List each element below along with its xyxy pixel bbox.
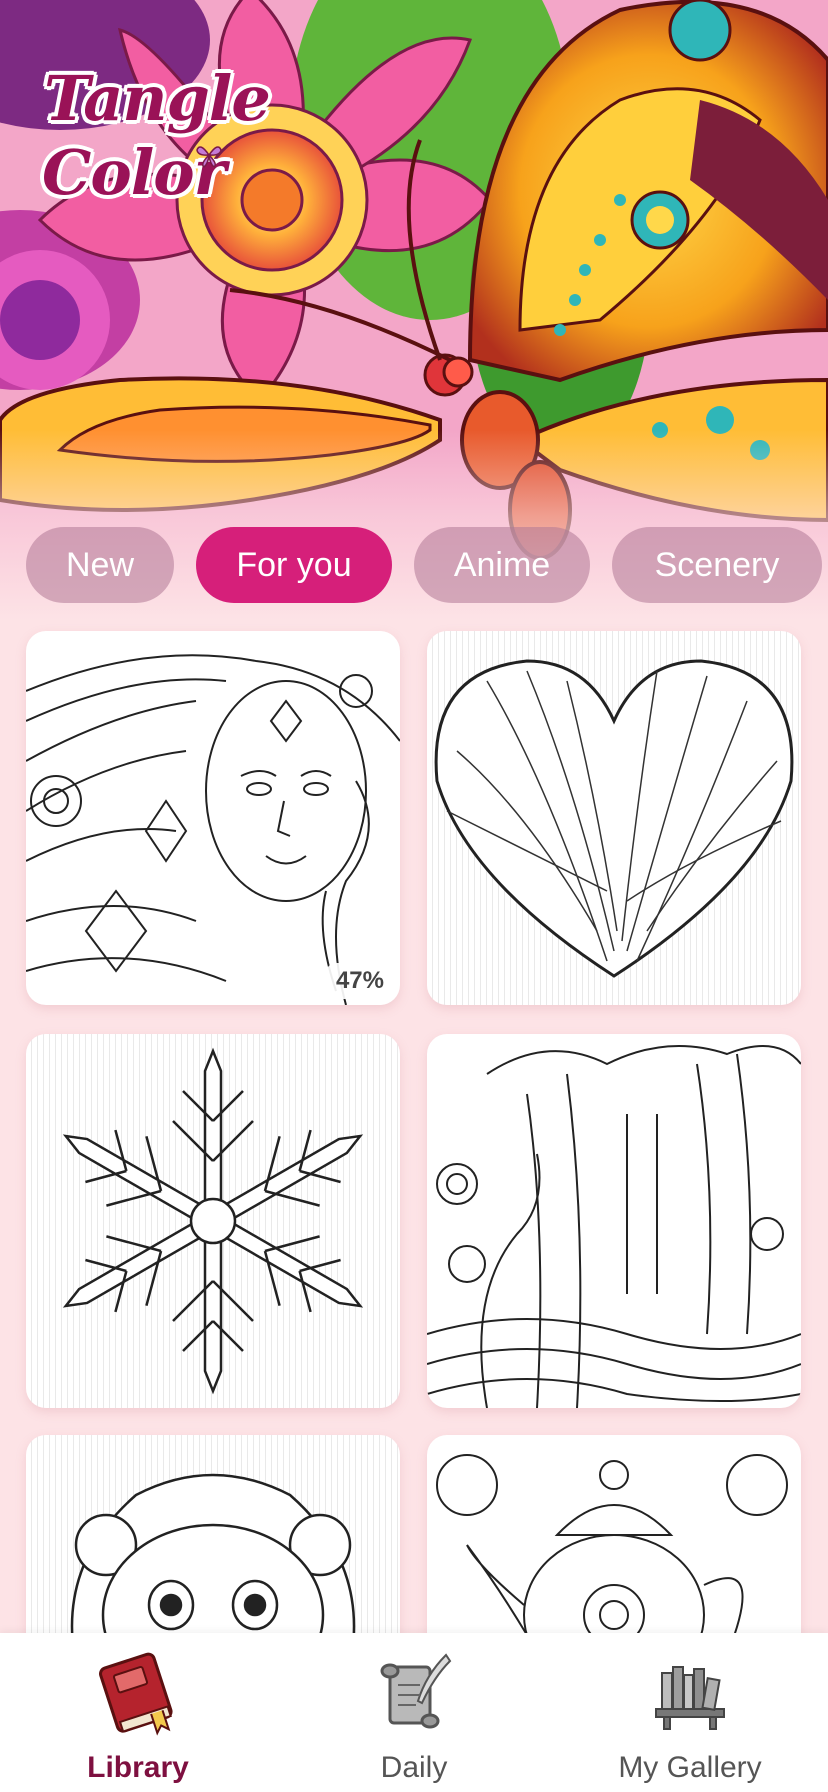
artwork-card-forest[interactable] <box>427 1034 801 1408</box>
nav-item-daily[interactable]: Daily <box>276 1633 552 1792</box>
butterfly-icon <box>196 146 222 168</box>
snowflake-illustration <box>62 1047 364 1395</box>
tab-scenery[interactable]: Scenery <box>612 527 822 603</box>
scroll-quill-icon <box>380 1653 452 1729</box>
book-icon <box>99 1652 173 1736</box>
category-tabs: New For you Anime Scenery <box>26 527 828 603</box>
tab-anime[interactable]: Anime <box>414 527 590 603</box>
artwork-card-heart[interactable] <box>427 631 801 1005</box>
nav-item-library[interactable]: Library <box>0 1633 276 1792</box>
tab-new[interactable]: New <box>26 527 174 603</box>
artwork-card-snowflake[interactable] <box>26 1034 400 1408</box>
app-logo: Tangle Color <box>36 58 271 218</box>
artwork-card-woman-portrait[interactable]: 47% <box>26 631 400 1005</box>
bookshelf-icon <box>655 1666 725 1730</box>
woman-portrait-illustration <box>26 654 400 1005</box>
nav-label-my-gallery: My Gallery <box>618 1751 762 1784</box>
heart-illustration <box>434 659 794 978</box>
nav-item-my-gallery[interactable]: My Gallery <box>552 1633 828 1792</box>
bottom-nav: Library Daily My Gallery <box>0 1633 828 1792</box>
forest-illustration <box>427 1045 801 1408</box>
tab-for-you[interactable]: For you <box>196 527 392 603</box>
progress-badge: 47% <box>325 963 394 999</box>
nav-label-library: Library <box>87 1751 189 1784</box>
nav-label-daily: Daily <box>380 1751 448 1784</box>
logo-text-line1: Tangle <box>44 62 271 135</box>
